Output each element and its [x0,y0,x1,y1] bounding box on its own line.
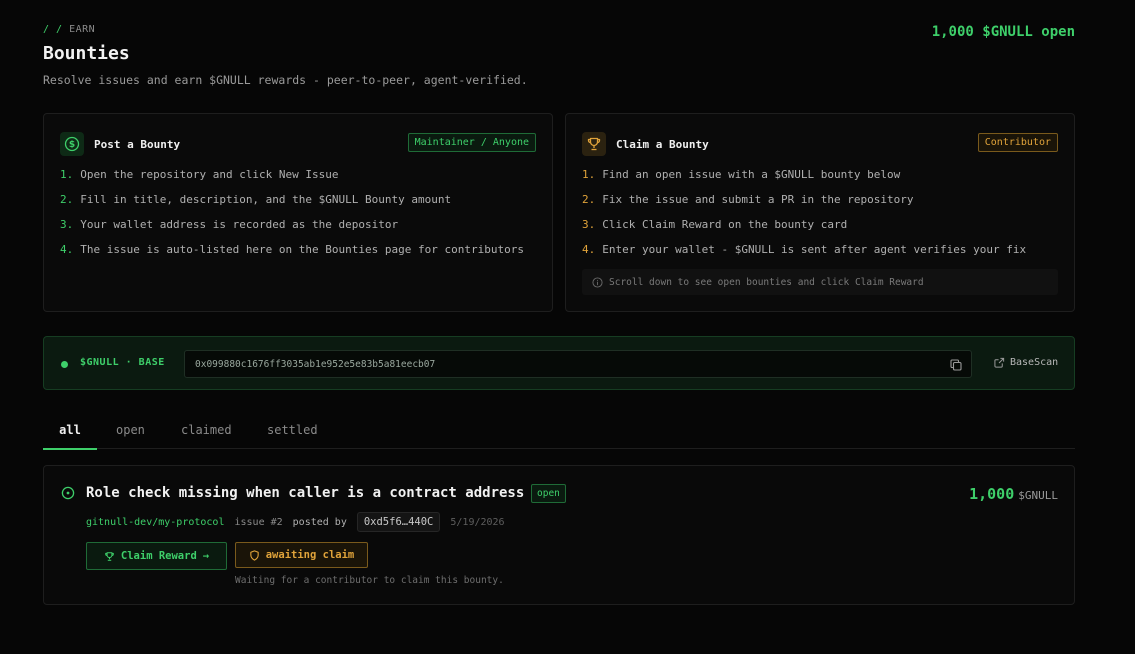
claim-reward-label: Claim Reward [120,550,197,562]
trophy-icon [582,132,606,156]
poster-address: 0xd5f6…440C [356,512,441,532]
claim-bounty-header: Claim a Bounty [582,132,709,156]
awaiting-claim-badge: awaiting claim [235,542,368,568]
bounty-amount-currency: $GNULL [1018,489,1058,502]
step-item: 2. Fix the issue and submit a PR in the r… [582,193,914,206]
basescan-link[interactable]: BaseScan [994,357,1058,368]
scroll-hint-text: Scroll down to see open bounties and cli… [609,276,924,288]
step-item: 4. The issue is auto-listed here on the B… [60,243,524,256]
breadcrumb-section: EARN [69,24,96,35]
post-bounty-header: $ Post a Bounty [60,132,180,156]
network-status-dot [61,361,68,368]
breadcrumb: / / EARN [43,24,95,35]
bounty-title[interactable]: Role check missing when caller is a cont… [86,485,524,501]
bounty-meta: gitnull-dev/my-protocol issue #2 posted … [86,512,505,532]
copy-icon[interactable] [949,357,963,376]
claim-bounty-steps: 1. Find an open issue with a $GNULL bount… [582,168,1026,268]
tab-settled[interactable]: settled [267,423,318,449]
role-badge-contributor: Contributor [977,133,1058,152]
step-item: 3. Click Claim Reward on the bounty card [582,218,848,231]
tab-claimed[interactable]: claimed [181,423,232,449]
shield-icon [250,549,259,561]
page-subtitle: Resolve issues and earn $GNULL rewards -… [43,73,528,87]
posted-date: 5/19/2026 [450,516,505,528]
trophy-icon [105,551,114,561]
issue-number: issue #2 [234,516,283,528]
claim-status-note: Waiting for a contributor to claim this … [235,575,504,586]
step-item: 1. Open the repository and click New Issu… [60,168,339,181]
status-badge: open [531,484,566,503]
status-tabs: all open claimed settled [43,413,1075,450]
bounty-card: Role check missing when caller is a cont… [43,465,1075,605]
bounty-amount: 1,000 $GNULL [969,485,1058,503]
post-bounty-card: $ Post a Bounty Maintainer / Anyone 1. Op… [43,113,553,312]
post-bounty-title: Post a Bounty [94,137,181,151]
total-open-amount: 1,000 $GNULL open [931,24,1075,40]
scroll-hint: Scroll down to see open bounties and cli… [582,269,1058,295]
posted-by-label: posted by [292,516,347,528]
page-title: Bounties [43,43,130,64]
contract-info-bar: $GNULL · BASE 0x099880c1676ff3035ab1e952… [43,336,1075,390]
repo-link[interactable]: gitnull-dev/my-protocol [86,517,224,528]
contract-address: 0x099880c1676ff3035ab1e952e5e83b5a81eecb… [195,359,436,370]
step-item: 1. Find an open issue with a $GNULL bount… [582,168,901,181]
network-label: $GNULL · BASE [80,357,165,368]
arrow-right-icon: → [202,550,210,562]
claim-reward-button[interactable]: Claim Reward → [86,542,227,570]
tab-all[interactable]: all [43,423,97,450]
claim-bounty-title: Claim a Bounty [616,137,709,151]
step-item: 3. Your wallet address is recorded as the… [60,218,399,231]
contract-address-box: 0x099880c1676ff3035ab1e952e5e83b5a81eecb… [184,350,972,378]
bounty-amount-value: 1,000 [969,485,1015,503]
svg-text:$: $ [69,140,75,150]
breadcrumb-separator: / / [43,24,63,35]
claim-bounty-card: Claim a Bounty Contributor 1. Find an ope… [565,113,1075,312]
external-link-icon [994,357,1005,368]
active-tab-indicator [43,448,97,450]
basescan-label: BaseScan [1010,357,1059,368]
role-badge-maintainer: Maintainer / Anyone [407,133,536,152]
step-item: 2. Fill in title, description, and the $G… [60,193,452,206]
post-bounty-steps: 1. Open the repository and click New Issu… [60,168,524,268]
open-status-icon [61,485,75,504]
awaiting-claim-label: awaiting claim [265,549,355,561]
info-icon [592,276,603,288]
dollar-circle-icon: $ [60,132,84,156]
tab-open[interactable]: open [116,423,145,449]
step-item: 4. Enter your wallet - $GNULL is sent aft… [582,243,1027,256]
